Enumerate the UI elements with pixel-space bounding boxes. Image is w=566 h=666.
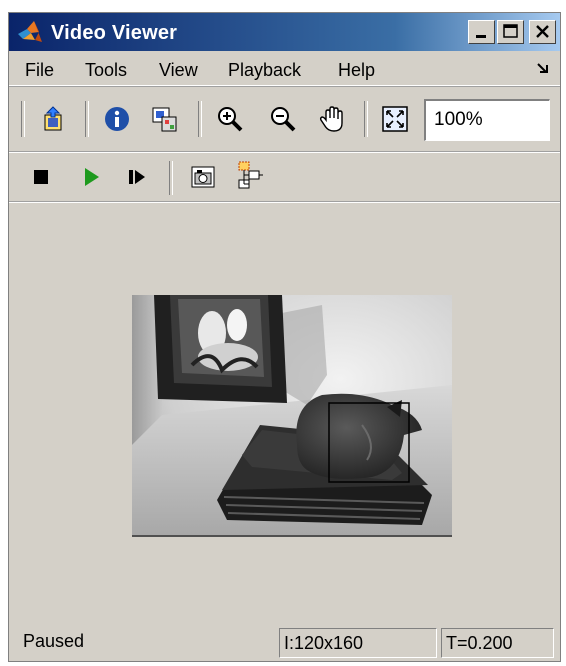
status-bar: Paused I:120x160 T=0.200 [9, 623, 560, 661]
time-field: T=0.200 [441, 628, 554, 658]
toolbar-separator [169, 161, 173, 195]
minimize-icon [476, 35, 486, 38]
maximize-button[interactable] [497, 20, 524, 44]
window-title: Video Viewer [51, 22, 178, 44]
stop-icon [34, 170, 48, 184]
maintain-fit-icon [152, 107, 177, 132]
menu-tools[interactable]: Tools [85, 60, 127, 81]
maximize-icon [503, 24, 518, 38]
main-toolbar: 100% [9, 89, 560, 152]
snapshot-button[interactable] [187, 161, 219, 193]
highlight-block-icon [238, 161, 263, 189]
dock-arrow-icon[interactable] [536, 61, 550, 75]
menu-file[interactable]: File [25, 60, 54, 81]
playback-status: Paused [23, 631, 85, 651]
menu-playback[interactable]: Playback [228, 60, 301, 81]
close-icon [536, 25, 549, 38]
zoom-level-input[interactable]: 100% [424, 99, 550, 141]
fit-to-view-icon [382, 106, 408, 132]
video-frame[interactable] [132, 295, 452, 537]
play-button[interactable] [75, 161, 107, 193]
maintain-fit-button[interactable] [148, 103, 180, 135]
video-viewer-window: Video Viewer File Tools View Playback He… [8, 12, 561, 662]
close-button[interactable] [529, 20, 556, 44]
pan-button[interactable] [317, 103, 349, 135]
toolbar-separator [85, 101, 89, 137]
step-forward-icon [129, 170, 145, 184]
toolbar-separator [198, 101, 202, 137]
zoom-in-button[interactable] [214, 103, 246, 135]
toolbar-separator [364, 101, 368, 137]
step-forward-button[interactable] [121, 161, 153, 193]
toolbar-separator [21, 101, 25, 137]
fit-to-view-button[interactable] [379, 103, 411, 135]
play-icon [85, 168, 99, 186]
info-button[interactable] [101, 103, 133, 135]
menu-view[interactable]: View [159, 60, 198, 81]
zoom-out-button[interactable] [267, 103, 299, 135]
info-icon [105, 107, 129, 131]
zoom-out-icon [271, 107, 296, 132]
print-to-figure-icon [44, 106, 62, 131]
zoom-in-icon [218, 107, 243, 132]
snapshot-camera-icon [191, 166, 215, 188]
highlight-block-button[interactable] [235, 159, 267, 191]
print-to-figure-button[interactable] [37, 103, 69, 135]
pan-hand-icon [319, 106, 343, 132]
minimize-button[interactable] [468, 20, 495, 44]
image-size-field: I:120x160 [279, 628, 437, 658]
menu-bar: File Tools View Playback Help [9, 51, 560, 86]
matlab-logo-icon [18, 21, 42, 42]
stop-button[interactable] [25, 161, 57, 193]
menu-help[interactable]: Help [338, 60, 375, 81]
title-bar[interactable]: Video Viewer [9, 13, 560, 51]
video-frame-image [132, 295, 452, 535]
playback-toolbar [9, 153, 560, 202]
